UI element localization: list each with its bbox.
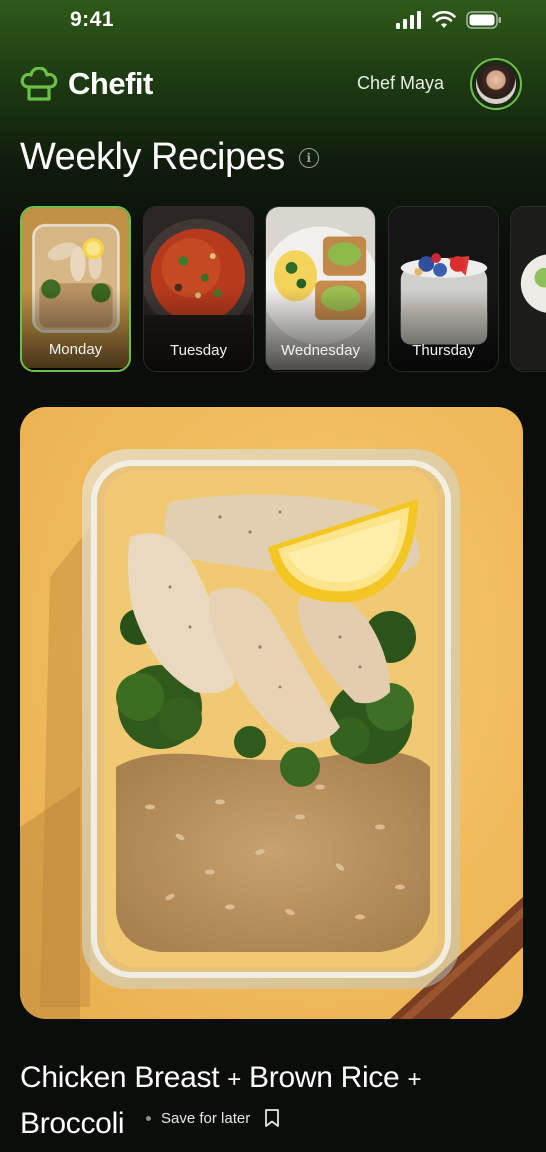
day-card-next[interactable] [510, 206, 546, 372]
chef-hat-icon [20, 67, 58, 101]
day-card-wednesday[interactable]: Wednesday [265, 206, 376, 372]
day-card-monday[interactable]: Monday [20, 206, 131, 372]
app-logo[interactable]: Chefit [20, 66, 153, 102]
bookmark-icon [265, 1109, 280, 1127]
plus-separator: + [407, 1066, 422, 1093]
user-avatar[interactable] [470, 58, 522, 110]
ingredient-1: Chicken Breast [20, 1061, 220, 1094]
ingredient-2: Brown Rice [249, 1061, 400, 1094]
page-title: Weekly Recipes [20, 136, 285, 178]
status-time: 9:41 [70, 8, 115, 31]
day-carousel[interactable]: Monday Tuesday Wednesday Thursday [20, 206, 546, 372]
app-header: Chefit Chef Maya [20, 58, 526, 110]
cellular-signal-icon [396, 11, 421, 29]
app-screen: 9:41 Chefit Chef Maya Weekly Recipes i M… [0, 0, 546, 1152]
user-name: Chef Maya [356, 73, 444, 93]
day-label: Thursday [412, 342, 475, 359]
app-name: Chefit [68, 66, 153, 101]
battery-icon [466, 11, 501, 29]
day-card-tuesday[interactable]: Tuesday [143, 206, 254, 372]
avatar-photo [476, 64, 516, 104]
recipe-title: Chicken Breast + Brown Rice + Broccoli [20, 1056, 526, 1146]
wifi-icon [432, 11, 456, 28]
day-label: Tuesday [170, 342, 227, 359]
status-icons [396, 11, 502, 29]
day-label: Wednesday [281, 342, 360, 359]
day-card-thursday[interactable]: Thursday [388, 206, 499, 372]
plus-separator: + [227, 1066, 241, 1093]
save-for-later-button[interactable]: Save for later [146, 1108, 280, 1128]
ingredient-3: Broccoli [20, 1107, 125, 1140]
meal-hero-image[interactable] [20, 407, 523, 1019]
section-header: Weekly Recipes i [20, 136, 319, 179]
meal-photo [20, 449, 523, 1019]
info-icon[interactable]: i [298, 147, 319, 168]
save-label: Save for later [161, 1109, 251, 1127]
day-label: Monday [48, 341, 103, 358]
separator-dot [146, 1115, 151, 1121]
next-meal-thumbnail [511, 207, 546, 370]
status-bar: 9:41 [0, 0, 546, 44]
